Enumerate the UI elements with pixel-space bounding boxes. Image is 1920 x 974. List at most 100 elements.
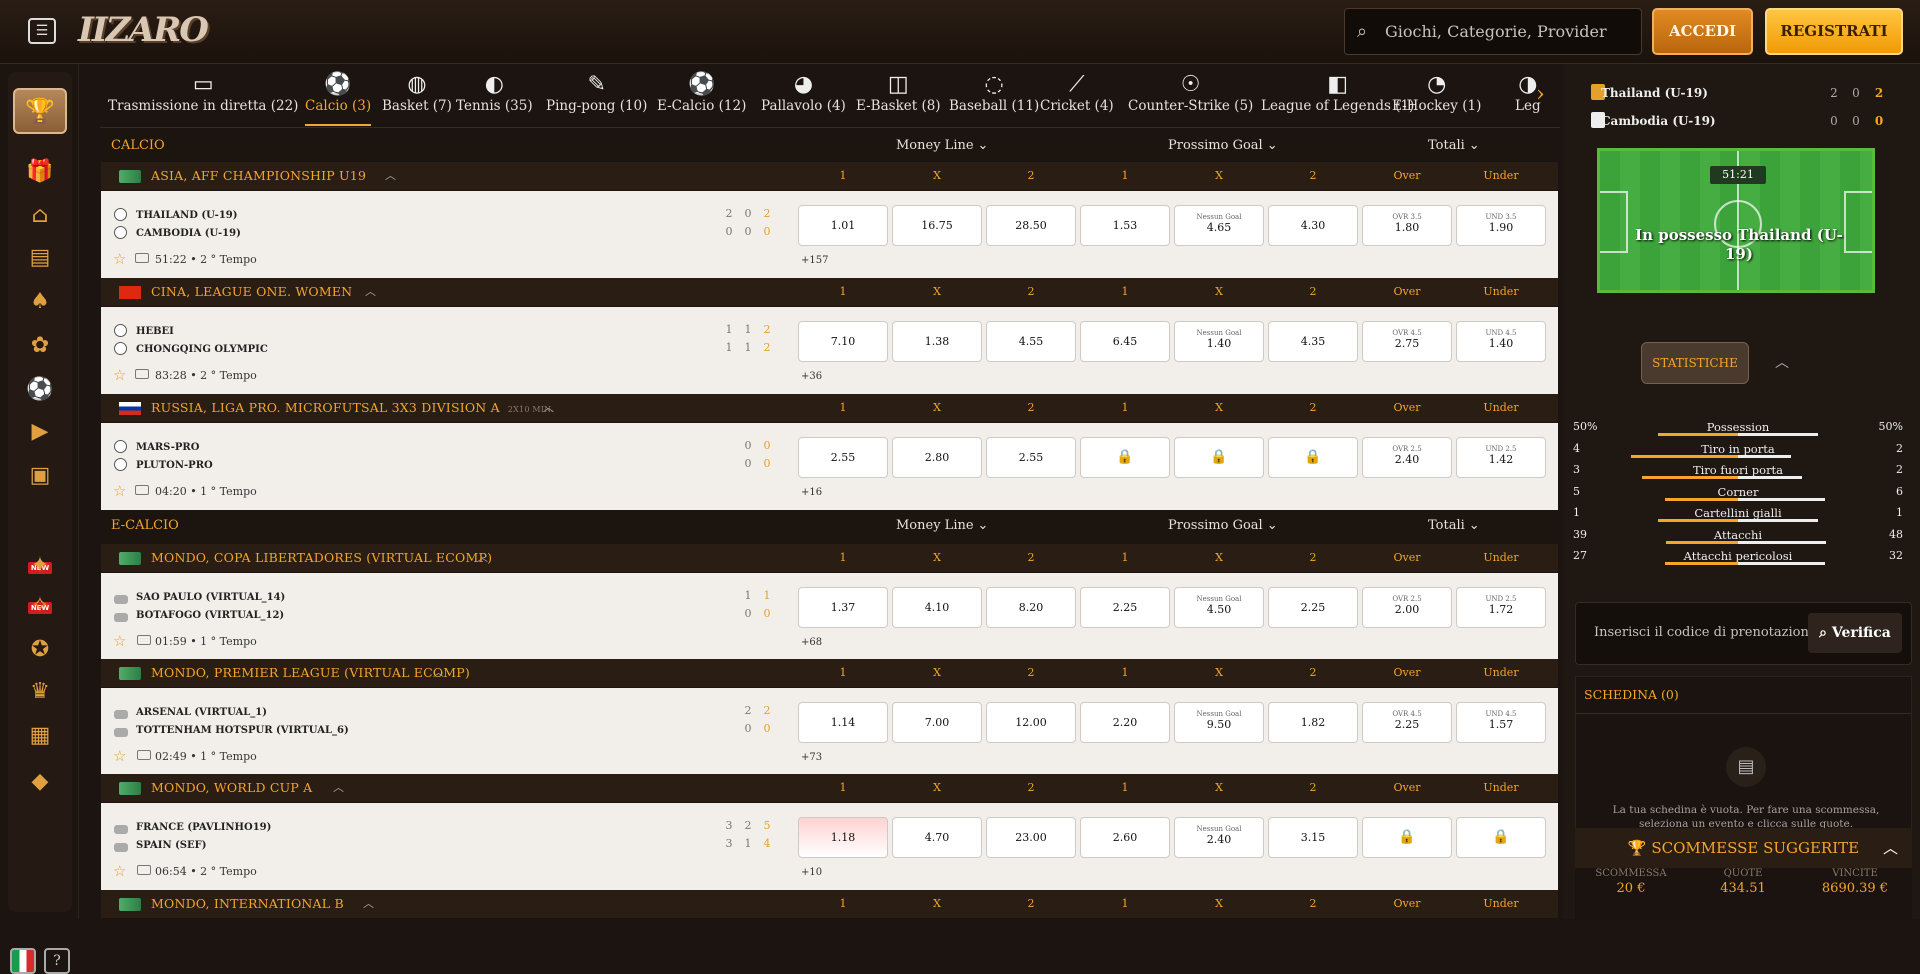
favorite-star-icon[interactable]: ☆ — [113, 366, 126, 384]
tab-tennis[interactable]: ◐ Tennis (35) — [456, 68, 533, 126]
odds-button[interactable]: 4.55 — [986, 321, 1076, 362]
odds-button[interactable]: 28.50 — [986, 205, 1076, 246]
odds-button[interactable]: Nessun Goal 2.40 — [1174, 817, 1264, 858]
odds-button[interactable]: 1.37 — [798, 587, 888, 628]
virtual-sport-icon[interactable]: ▣ — [24, 460, 56, 492]
odds-button[interactable]: Nessun Goal 1.40 — [1174, 321, 1264, 362]
collapse-icon[interactable]: ︿ — [543, 394, 554, 422]
cup-icon[interactable]: ♛ — [24, 676, 56, 708]
collapse-icon[interactable]: ︿ — [385, 162, 396, 190]
odds-button[interactable]: UND 3.5 1.90 — [1456, 205, 1546, 246]
odds-button[interactable]: UND 2.5 1.72 — [1456, 587, 1546, 628]
odds-button[interactable]: OVR 3.5 1.80 — [1362, 205, 1452, 246]
tab-volleyball[interactable]: ◕ Pallavolo (4) — [761, 68, 846, 126]
home-team[interactable]: SAO PAULO (VIRTUAL_14) — [136, 592, 285, 603]
more-markets-link[interactable]: +36 — [801, 371, 822, 382]
suggested-bets-header[interactable]: 🏆 SCOMMESSE SUGGERITE ︿ — [1575, 828, 1912, 868]
favorite-star-icon[interactable]: ☆ — [113, 632, 126, 650]
bet-slip-title[interactable]: SCHEDINA (0) — [1584, 687, 1679, 702]
stream-icon[interactable] — [137, 750, 151, 760]
favorite-star-icon[interactable]: ☆ — [113, 862, 126, 880]
odds-button[interactable]: 2.20 — [1080, 702, 1170, 743]
favorite-star-icon[interactable]: ☆ — [113, 747, 126, 765]
menu-toggle-icon[interactable]: ☰ — [28, 18, 56, 44]
stream-icon[interactable] — [137, 865, 151, 875]
tab-counter-strike[interactable]: ☉ Counter-Strike (5) — [1128, 68, 1253, 126]
help-icon[interactable]: ? — [44, 948, 70, 974]
odds-button[interactable]: 3.15 — [1268, 817, 1358, 858]
search-input[interactable]: ⌕ Giochi, Categorie, Provider — [1344, 8, 1642, 55]
home-icon[interactable]: ⌂ — [24, 200, 56, 232]
odds-button[interactable]: 4.30 — [1268, 205, 1358, 246]
statistics-button[interactable]: STATISTICHE — [1641, 342, 1749, 384]
diamond-icon[interactable]: ◆ — [24, 766, 56, 798]
odds-button[interactable]: 1.14 — [798, 702, 888, 743]
money-line-dropdown[interactable]: Money Line ⌄ — [896, 512, 988, 540]
odds-button[interactable]: Nessun Goal 4.65 — [1174, 205, 1264, 246]
slot-icon[interactable]: ▤ — [24, 242, 56, 274]
away-team[interactable]: TOTTENHAM HOTSPUR (VIRTUAL_6) — [136, 725, 349, 736]
collapse-icon[interactable]: ︿ — [477, 544, 488, 572]
totals-dropdown[interactable]: Totali ⌄ — [1428, 132, 1480, 160]
odds-button[interactable]: 7.00 — [892, 702, 982, 743]
login-button[interactable]: ACCEDI — [1652, 8, 1753, 55]
tab-baseball[interactable]: ◌ Baseball (11) — [949, 68, 1039, 126]
league-header[interactable]: CINA, LEAGUE ONE. WOMEN ︿ 1 X 2 1 X 2 Over Under — [101, 278, 1558, 306]
more-markets-link[interactable]: +73 — [801, 752, 822, 763]
booking-code-input[interactable]: Inserisci il codice di prenotazion — [1594, 625, 1809, 640]
odds-button[interactable]: OVR 4.5 2.25 — [1362, 702, 1452, 743]
trophy-icon[interactable]: 🏆 — [13, 88, 67, 134]
money-line-dropdown[interactable]: Money Line ⌄ — [896, 132, 988, 160]
collapse-stats-icon[interactable]: ︿ — [1775, 352, 1789, 372]
locked-odds-button[interactable]: 🔒 — [1362, 817, 1452, 858]
more-markets-link[interactable]: +16 — [801, 487, 822, 498]
odds-button[interactable]: 12.00 — [986, 702, 1076, 743]
register-button[interactable]: REGISTRATI — [1765, 8, 1903, 55]
stream-icon[interactable] — [135, 369, 149, 379]
tab-e-soccer[interactable]: ⚽ E-Calcio (12) — [657, 68, 746, 126]
collapse-icon[interactable]: ︿ — [1883, 828, 1898, 868]
home-team[interactable]: FRANCE (PAVLINHO19) — [136, 822, 271, 833]
bag-icon[interactable]: ▦ — [24, 720, 56, 752]
odds-button[interactable]: 2.25 — [1268, 587, 1358, 628]
odds-button[interactable]: 1.18 — [798, 817, 888, 858]
tab-cricket[interactable]: ⟋ Cricket (4) — [1040, 68, 1114, 126]
away-team[interactable]: CHONGQING OLYMPIC — [136, 344, 268, 355]
odds-button[interactable]: 16.75 — [892, 205, 982, 246]
odds-button[interactable]: 1.38 — [892, 321, 982, 362]
football-icon[interactable]: ⚽ — [24, 374, 56, 406]
new-game-icon[interactable]: ✧ — [24, 590, 56, 622]
tab-ping-pong[interactable]: ✎ Ping-pong (10) — [546, 68, 647, 126]
odds-button[interactable]: Nessun Goal 4.50 — [1174, 587, 1264, 628]
league-header[interactable]: MONDO, COPA LIBERTADORES (VIRTUAL ECOMP)… — [101, 544, 1558, 572]
odds-button[interactable]: OVR 4.5 2.75 — [1362, 321, 1452, 362]
favorite-star-icon[interactable]: ☆ — [113, 250, 126, 268]
odds-button[interactable]: OVR 2.5 2.00 — [1362, 587, 1452, 628]
odds-button[interactable]: OVR 2.5 2.40 — [1362, 437, 1452, 478]
away-team[interactable]: BOTAFOGO (VIRTUAL_12) — [136, 610, 284, 621]
tab-soccer-ball[interactable]: ⚽ Calcio (3) — [305, 68, 372, 126]
odds-button[interactable]: 2.25 — [1080, 587, 1170, 628]
odds-button[interactable]: 2.80 — [892, 437, 982, 478]
tabs-next-arrow-icon[interactable]: › — [1536, 82, 1545, 107]
odds-button[interactable]: 8.20 — [986, 587, 1076, 628]
away-team[interactable]: PLUTON-PRO — [136, 460, 213, 471]
away-team[interactable]: SPAIN (SEF) — [136, 840, 206, 851]
odds-button[interactable]: 4.35 — [1268, 321, 1358, 362]
odds-button[interactable]: 1.53 — [1080, 205, 1170, 246]
favorite-star-icon[interactable]: ☆ — [113, 482, 126, 500]
home-team[interactable]: THAILAND (U-19) — [136, 210, 237, 221]
league-header[interactable]: MONDO, PREMIER LEAGUE (VIRTUAL ECOMP) ︿ 1 X… — [101, 659, 1558, 687]
league-header[interactable]: MONDO, WORLD CUP A ︿ 1 X 2 1 X 2 Over Under — [101, 774, 1558, 802]
home-team[interactable]: MARS-PRO — [136, 442, 199, 453]
league-header[interactable]: ASIA, AFF CHAMPIONSHIP U19 ︿ 1 X 2 1 X 2 Over Und… — [101, 162, 1558, 190]
home-team[interactable]: ARSENAL (VIRTUAL_1) — [136, 707, 267, 718]
odds-button[interactable]: 2.60 — [1080, 817, 1170, 858]
gift-icon[interactable]: 🎁 — [24, 156, 56, 188]
collapse-icon[interactable]: ︿ — [363, 890, 374, 918]
collapse-icon[interactable]: ︿ — [365, 278, 376, 306]
odds-button[interactable]: 2.55 — [986, 437, 1076, 478]
tab-basketball[interactable]: ◍ Basket (7) — [382, 68, 452, 126]
locked-odds-button[interactable]: 🔒 — [1174, 437, 1264, 478]
locked-odds-button[interactable]: 🔒 — [1456, 817, 1546, 858]
